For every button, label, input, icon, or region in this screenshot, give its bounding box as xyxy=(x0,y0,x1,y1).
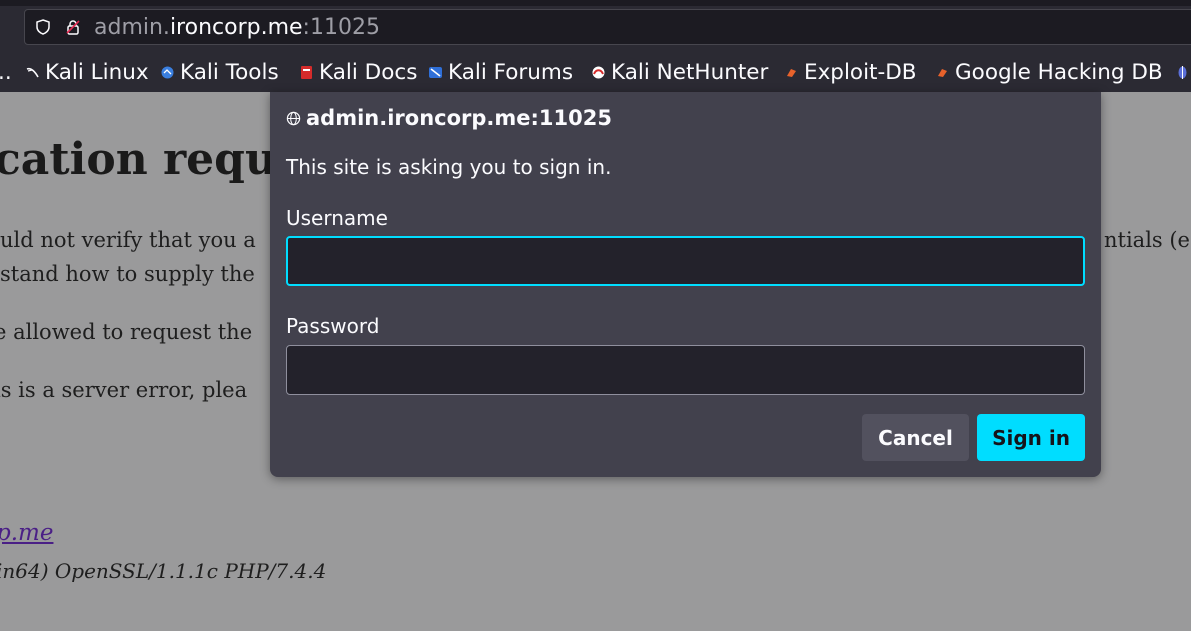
username-input[interactable] xyxy=(286,236,1085,286)
dialog-message: This site is asking you to sign in. xyxy=(286,155,612,179)
bookmark-label: Kali Forums xyxy=(448,59,574,85)
dialog-host: admin.ironcorp.me:11025 xyxy=(306,106,612,130)
bookmark-overflow[interactable]: .. xyxy=(0,55,12,89)
exploit-db-icon xyxy=(787,68,796,77)
auth-dialog: admin.ironcorp.me:11025 This site is ask… xyxy=(270,92,1101,477)
url-domain: ironcorp.me xyxy=(169,15,303,40)
globe-icon xyxy=(286,111,301,125)
page-text-line-4: is is a server error, plea xyxy=(0,378,248,402)
bookmark-kali-docs[interactable]: Kali Docs xyxy=(300,55,417,89)
sign-in-button[interactable]: Sign in xyxy=(977,414,1085,461)
username-label: Username xyxy=(286,206,388,230)
bookmark-next-icon xyxy=(1178,65,1187,79)
bookmark-google-hacking-db[interactable]: Google Hacking DB xyxy=(936,55,1163,89)
server-signature: in64) OpenSSL/1.1.1c PHP/7.4.4 xyxy=(0,559,327,583)
page-heading: cation requi xyxy=(0,134,294,185)
bookmark-label: Google Hacking DB xyxy=(955,59,1163,85)
cancel-button[interactable]: Cancel xyxy=(862,414,969,461)
page-text-line-1: uld not verify that you a xyxy=(0,228,256,252)
bookmark-label: Kali Tools xyxy=(180,59,279,85)
kali-forums-icon xyxy=(429,66,442,78)
url-subdomain: admin. xyxy=(94,15,170,40)
bookmarks-toolbar: .. Kali Linux Kali Tools Kali Docs Kali … xyxy=(0,55,1191,89)
dialog-title: admin.ironcorp.me:11025 xyxy=(286,106,612,130)
page-text-line-2: stand how to supply the xyxy=(0,262,255,286)
page-text-line-1-right: ntials (e.g. xyxy=(1104,228,1191,252)
page-admin-link[interactable]: p.me xyxy=(0,520,53,546)
shield-icon[interactable] xyxy=(35,19,51,35)
tab-strip-edge xyxy=(0,0,1191,6)
password-input[interactable] xyxy=(286,345,1085,395)
password-label: Password xyxy=(286,314,380,338)
bookmark-kali-tools[interactable]: Kali Tools xyxy=(161,55,279,89)
bookmark-kali-forums[interactable]: Kali Forums xyxy=(429,55,573,89)
kali-docs-icon xyxy=(301,65,312,79)
kali-tools-icon xyxy=(161,66,174,78)
bookmark-overflow-label: .. xyxy=(0,59,12,85)
bookmark-label: Kali Linux xyxy=(45,59,149,85)
bookmark-label: Kali Docs xyxy=(319,59,418,85)
url-bar[interactable]: admin.ironcorp.me:11025 xyxy=(24,9,1191,45)
browser-toolbar: admin.ironcorp.me:11025 .. Kali Linux Ka… xyxy=(0,0,1191,92)
url-text[interactable]: admin.ironcorp.me:11025 xyxy=(94,15,380,40)
bookmark-label: Exploit-DB xyxy=(804,59,917,85)
bookmark-label: Kali NetHunter xyxy=(611,59,769,85)
url-port: :11025 xyxy=(302,15,380,40)
ghdb-icon xyxy=(938,68,947,77)
bookmark-overflow-next[interactable] xyxy=(1176,55,1191,89)
bookmark-kali-nethunter[interactable]: Kali NetHunter xyxy=(592,55,768,89)
insecure-lock-icon[interactable] xyxy=(65,19,81,35)
kali-dragon-icon xyxy=(26,67,39,77)
bookmark-kali-linux[interactable]: Kali Linux xyxy=(26,55,149,89)
page-text-line-3: e allowed to request the xyxy=(0,320,253,344)
kali-nethunter-icon xyxy=(592,66,605,78)
bookmark-exploit-db[interactable]: Exploit-DB xyxy=(785,55,917,89)
